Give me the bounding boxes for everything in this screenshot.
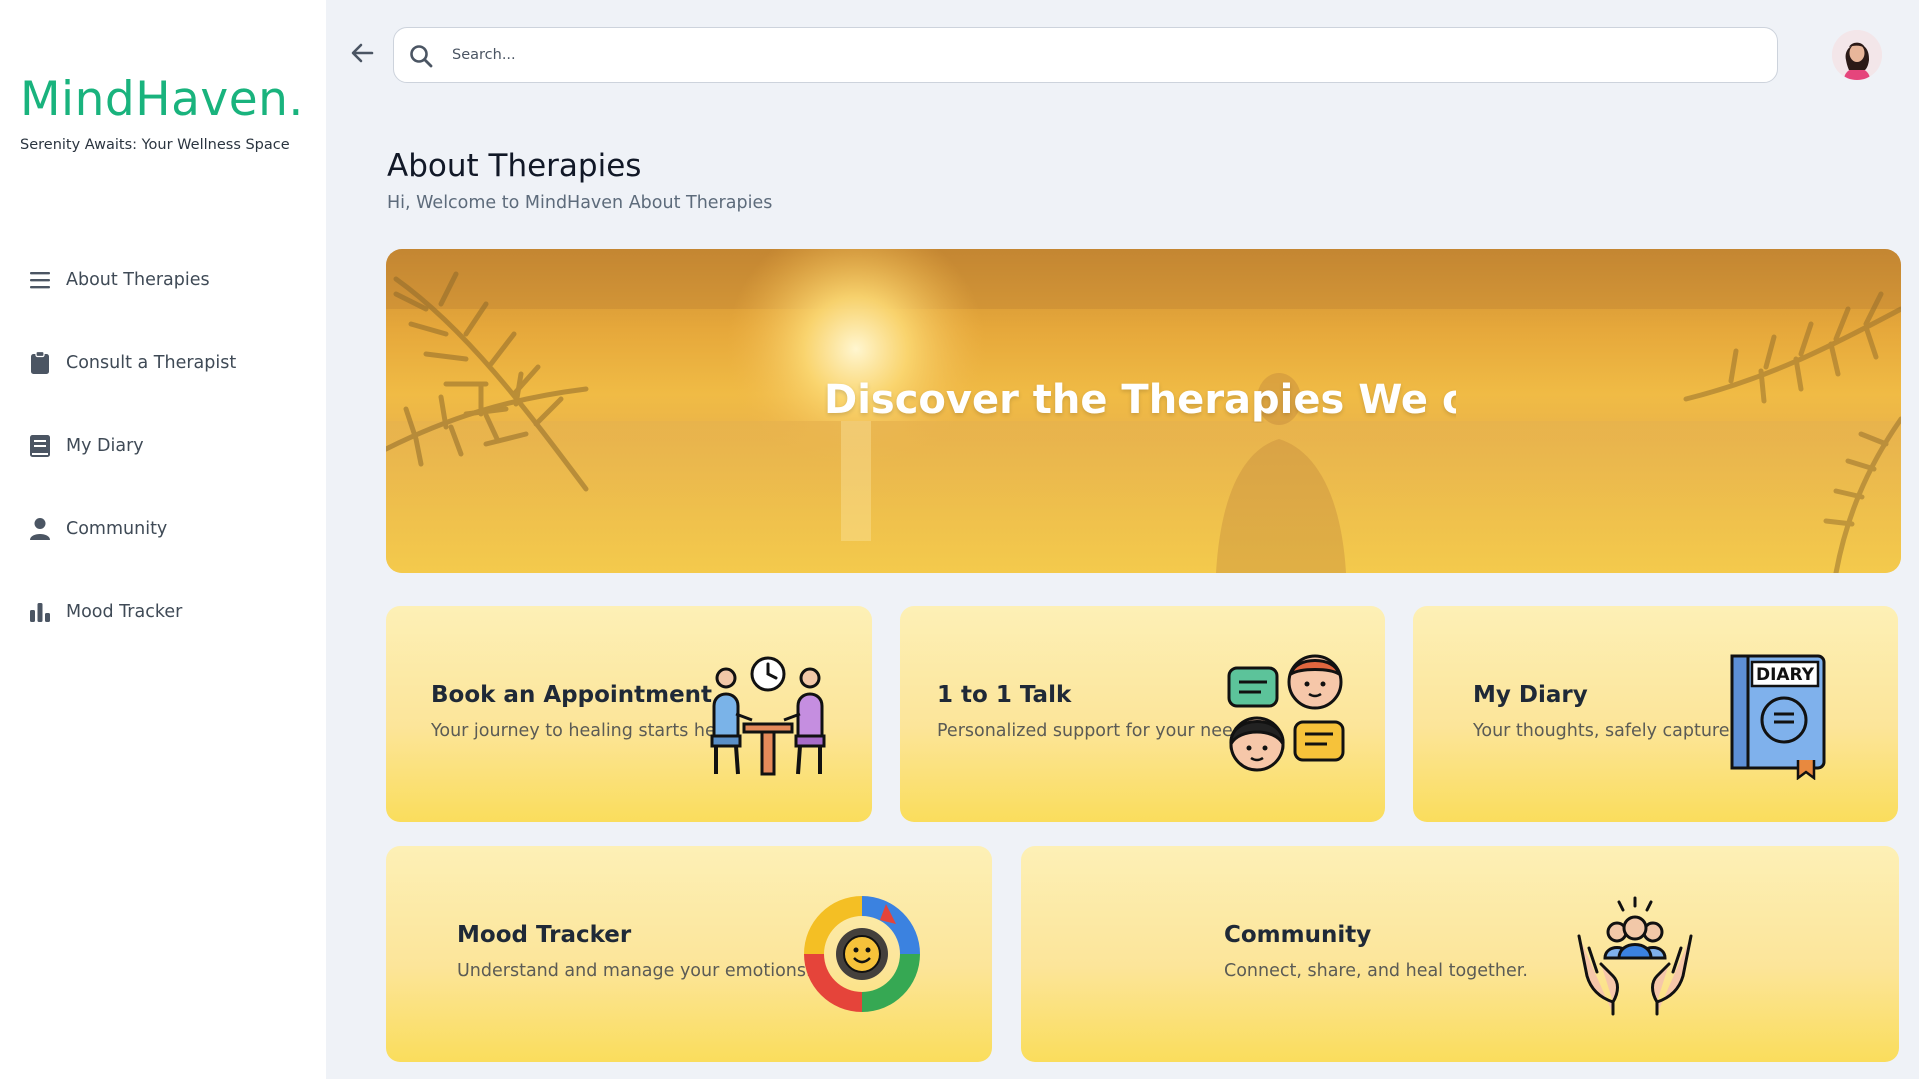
search-input[interactable] bbox=[452, 28, 1752, 82]
card-description: Understand and manage your emotions. bbox=[457, 961, 812, 981]
card-one-to-one-talk[interactable]: 1 to 1 Talk Personalized support for you… bbox=[900, 606, 1385, 822]
card-community[interactable]: Community Connect, share, and heal toget… bbox=[1021, 846, 1899, 1062]
card-my-diary[interactable]: My Diary Your thoughts, safely captured.… bbox=[1413, 606, 1898, 822]
card-title: My Diary bbox=[1473, 682, 1588, 708]
card-description: Your thoughts, safely captured. bbox=[1473, 721, 1747, 741]
card-book-appointment[interactable]: Book an Appointment Your journey to heal… bbox=[386, 606, 872, 822]
arrow-left-icon bbox=[351, 43, 374, 63]
sidebar-item-community[interactable]: Community bbox=[28, 512, 167, 546]
chat-people-icon bbox=[1227, 654, 1345, 772]
sidebar-item-label: Community bbox=[66, 519, 168, 539]
search-bar bbox=[393, 27, 1778, 83]
sidebar: MindHaven. Serenity Awaits: Your Wellnes… bbox=[0, 0, 326, 1079]
card-mood-tracker[interactable]: Mood Tracker Understand and manage your … bbox=[386, 846, 992, 1062]
diary-label: DIARY bbox=[1756, 665, 1815, 685]
card-title: Mood Tracker bbox=[457, 922, 632, 948]
user-avatar-icon bbox=[1832, 30, 1882, 80]
avatar[interactable] bbox=[1832, 30, 1882, 80]
sidebar-item-label: Mood Tracker bbox=[66, 602, 183, 622]
card-title: 1 to 1 Talk bbox=[937, 682, 1072, 708]
card-title: Book an Appointment bbox=[431, 682, 713, 708]
hero-banner: Discover the Therapies We offer for you bbox=[386, 249, 1901, 573]
back-button[interactable] bbox=[347, 38, 377, 68]
sidebar-item-mood-tracker[interactable]: Mood Tracker bbox=[28, 595, 182, 629]
community-hands-icon bbox=[1577, 896, 1693, 1016]
sidebar-item-consult-therapist[interactable]: Consult a Therapist bbox=[28, 346, 236, 380]
user-icon bbox=[28, 517, 52, 541]
bar-chart-icon bbox=[28, 600, 52, 624]
brand-tagline: Serenity Awaits: Your Wellness Space bbox=[20, 137, 290, 153]
page-subtitle: Hi, Welcome to MindHaven About Therapies bbox=[387, 193, 773, 213]
appointment-meeting-icon bbox=[710, 656, 826, 776]
menu-icon bbox=[28, 268, 52, 292]
diary-book-icon: DIARY bbox=[1730, 654, 1826, 780]
card-description: Your journey to healing starts here. bbox=[431, 721, 739, 741]
card-description: Connect, share, and heal together. bbox=[1224, 961, 1528, 981]
card-title: Community bbox=[1224, 922, 1372, 948]
sidebar-item-label: My Diary bbox=[66, 436, 144, 456]
mood-gauge-icon bbox=[804, 896, 920, 1012]
book-icon bbox=[28, 434, 52, 458]
sidebar-item-about-therapies[interactable]: About Therapies bbox=[28, 263, 210, 297]
clipboard-icon bbox=[28, 351, 52, 375]
brand-logo[interactable]: MindHaven. bbox=[20, 72, 304, 127]
sidebar-item-label: About Therapies bbox=[66, 270, 210, 290]
hero-heading: Discover the Therapies We offer for you bbox=[824, 377, 1456, 423]
search-icon[interactable] bbox=[408, 43, 434, 69]
card-description: Personalized support for your needs. bbox=[937, 721, 1259, 741]
sidebar-item-my-diary[interactable]: My Diary bbox=[28, 429, 144, 463]
sidebar-item-label: Consult a Therapist bbox=[66, 353, 237, 373]
page-title: About Therapies bbox=[387, 148, 642, 184]
